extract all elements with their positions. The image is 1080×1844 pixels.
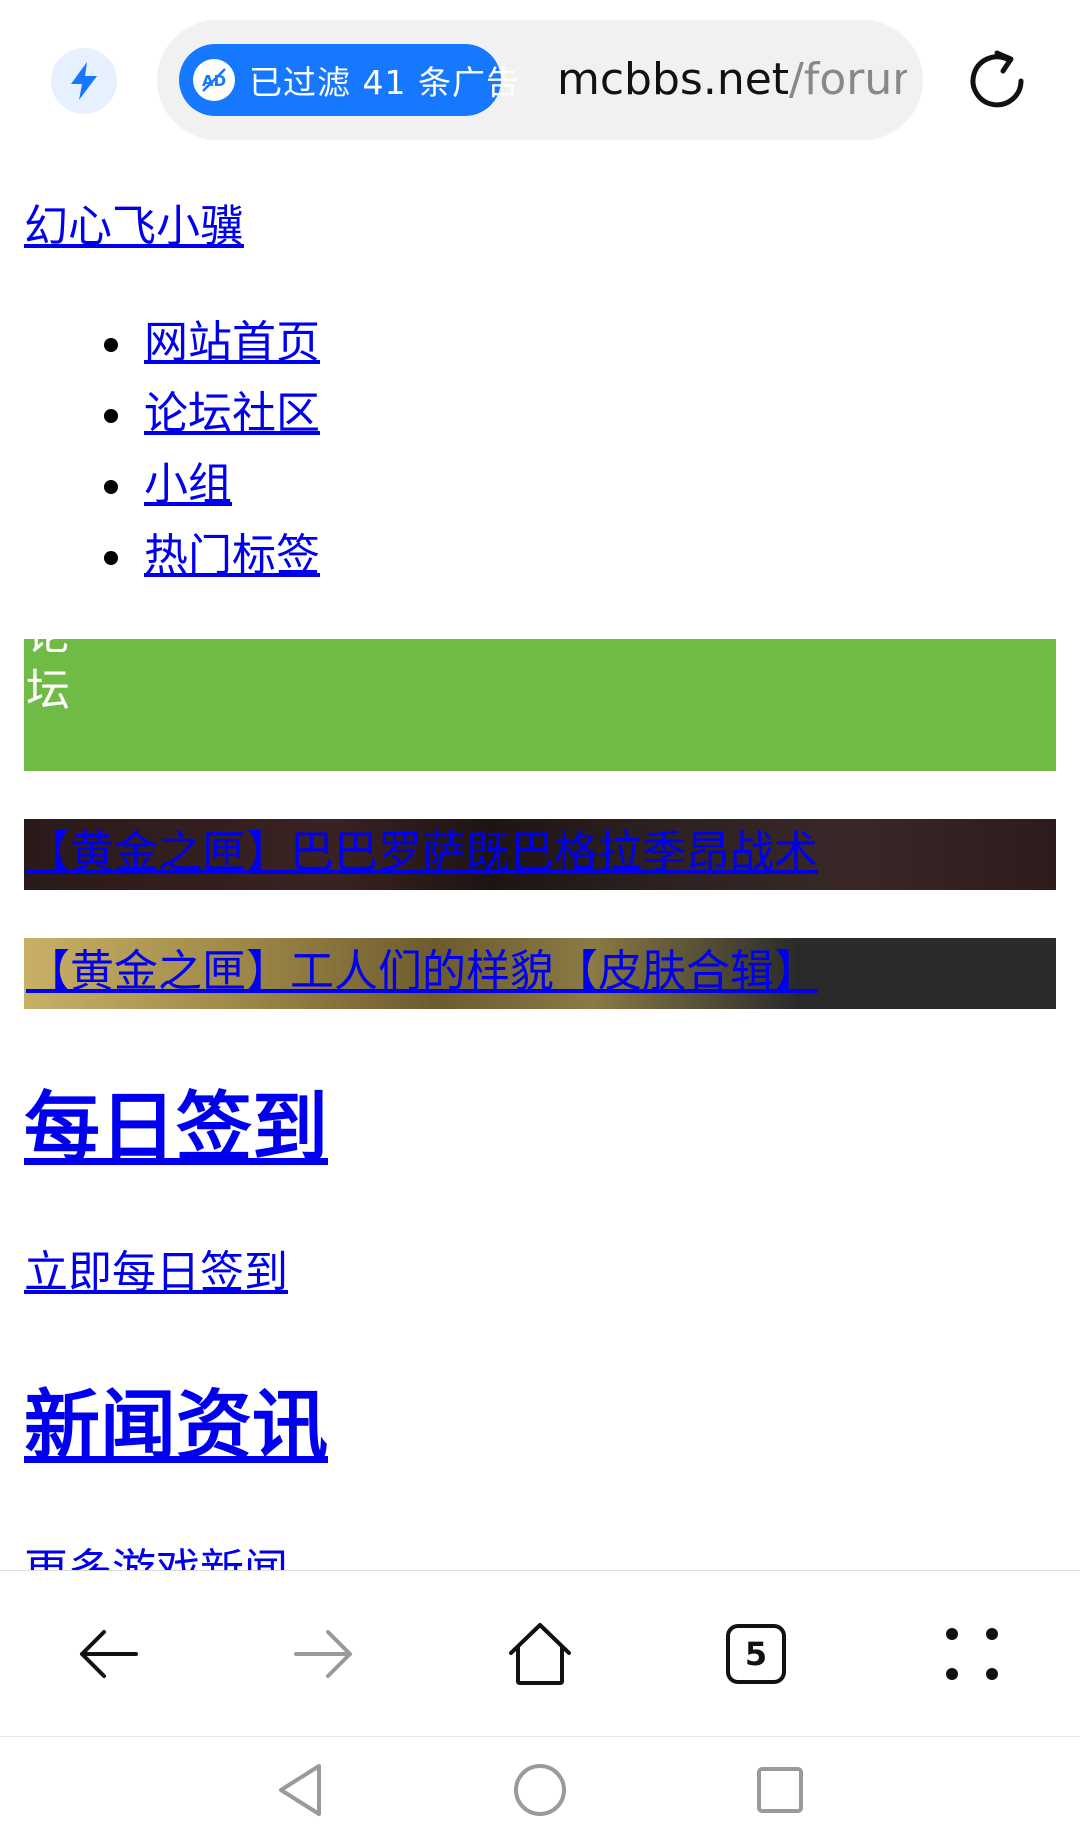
list-bullet: [104, 409, 118, 423]
system-home-button[interactable]: [505, 1755, 575, 1825]
featured-banner-1[interactable]: 【黄金之匣】巴巴罗萨既巴格拉季昂战术: [24, 819, 1056, 890]
list-bullet: [104, 551, 118, 565]
site-nav-list: 网站首页 论坛社区 小组 热门标签: [104, 313, 320, 597]
nav-link-forum[interactable]: 论坛社区: [144, 388, 320, 439]
tabs-button[interactable]: 5: [706, 1604, 806, 1704]
featured-link-2[interactable]: 【黄金之匣】工人们的样貌【皮肤合辑】: [26, 942, 818, 1002]
lightning-bolt-icon: [71, 62, 97, 100]
browser-top-bar: AD 已过滤 41 条广告 mcbbs.net/forum: [0, 0, 1080, 165]
list-bullet: [104, 338, 118, 352]
reload-button[interactable]: [960, 44, 1034, 118]
menu-button[interactable]: [922, 1604, 1022, 1704]
browser-screen: AD 已过滤 41 条广告 mcbbs.net/forum 幻心飞小骥 网站首页…: [0, 0, 1080, 1844]
more-dots-icon: [946, 1628, 998, 1680]
triangle-back-icon: [279, 1764, 321, 1816]
page-content: 幻心飞小骥 网站首页 论坛社区 小组 热门标签 论坛 【黄金之匣】巴巴罗萨既巴格…: [0, 165, 1080, 1570]
nav-item-tags: 热门标签: [104, 526, 320, 597]
news-heading[interactable]: 新闻资讯: [24, 1381, 328, 1471]
url-domain: mcbbs.net: [557, 54, 790, 105]
quick-mode-button[interactable]: [51, 48, 117, 114]
list-bullet: [104, 480, 118, 494]
daily-signin-link[interactable]: 立即每日签到: [24, 1243, 288, 1303]
nav-link-tags[interactable]: 热门标签: [144, 530, 320, 581]
home-icon: [509, 1623, 571, 1685]
address-bar[interactable]: AD 已过滤 41 条广告 mcbbs.net/forum: [157, 20, 923, 140]
featured-banner-2[interactable]: 【黄金之匣】工人们的样貌【皮肤合辑】: [24, 938, 1056, 1009]
nav-item-groups: 小组: [104, 455, 320, 526]
home-button[interactable]: [490, 1604, 590, 1704]
system-nav-bar: [0, 1736, 1080, 1844]
back-button[interactable]: [58, 1604, 158, 1704]
daily-signin-heading[interactable]: 每日签到: [24, 1083, 328, 1173]
url-path: /forum: [789, 54, 907, 105]
nav-item-forum: 论坛社区: [104, 384, 320, 455]
system-recents-button[interactable]: [745, 1755, 815, 1825]
nav-link-home[interactable]: 网站首页: [144, 317, 320, 368]
arrow-right-icon: [294, 1630, 352, 1678]
forward-button[interactable]: [274, 1604, 374, 1704]
system-back-button[interactable]: [265, 1755, 335, 1825]
arrow-left-icon: [80, 1630, 138, 1678]
more-news-link[interactable]: 更多游戏新闻: [24, 1541, 288, 1570]
tab-count: 5: [744, 1635, 768, 1673]
ad-filter-label: 已过滤 41 条广告: [249, 63, 520, 102]
nav-item-home: 网站首页: [104, 313, 320, 384]
ad-filter-badge[interactable]: AD 已过滤 41 条广告: [179, 44, 519, 116]
site-user-link[interactable]: 幻心飞小骥: [24, 197, 244, 257]
browser-bottom-toolbar: 5: [0, 1570, 1080, 1737]
reload-icon: [970, 50, 1024, 108]
nav-link-groups[interactable]: 小组: [144, 459, 232, 510]
featured-link-1[interactable]: 【黄金之匣】巴巴罗萨既巴格拉季昂战术: [26, 823, 818, 883]
forum-banner[interactable]: 论坛: [24, 639, 1056, 771]
square-recents-icon: [757, 1767, 803, 1813]
circle-home-icon: [514, 1764, 566, 1816]
ad-block-icon: AD: [193, 59, 235, 101]
url-text[interactable]: mcbbs.net/forum: [557, 48, 907, 112]
forum-banner-text: 论坛: [26, 639, 70, 716]
